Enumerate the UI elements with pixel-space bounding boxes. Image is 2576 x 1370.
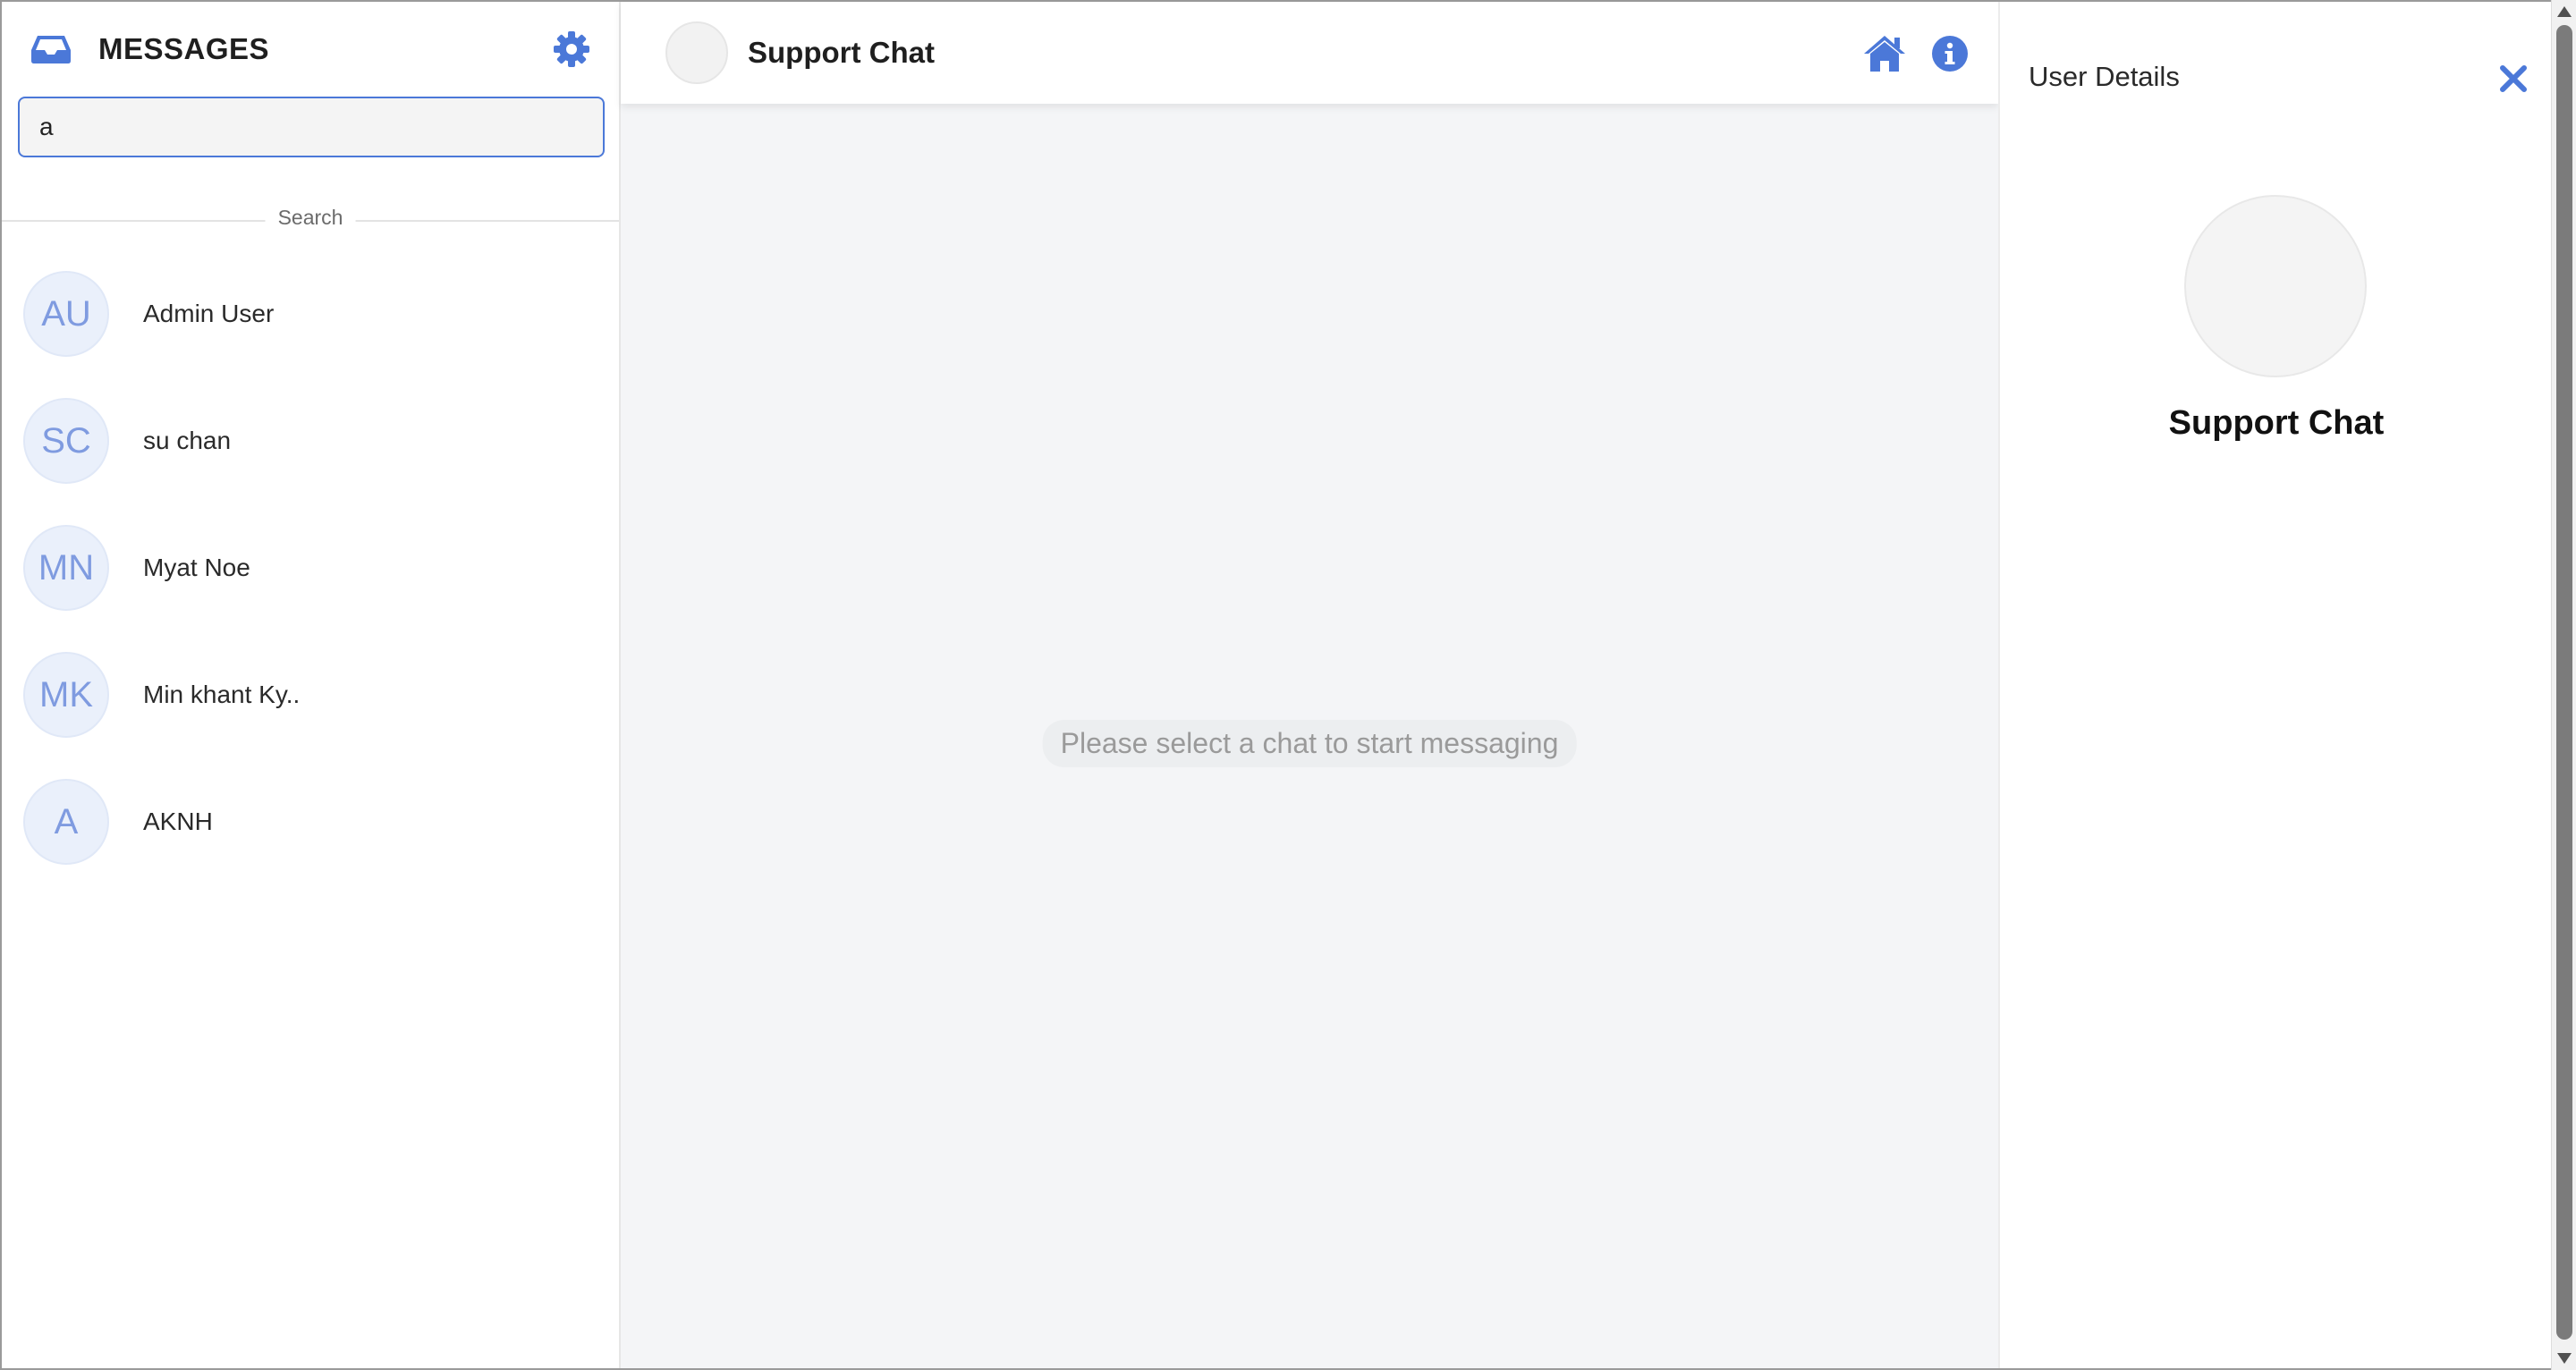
contact-name: su chan xyxy=(143,427,232,454)
scrollbar-thumb[interactable] xyxy=(2556,25,2572,1340)
sidebar: MESSAGES a Search AU Admin User SC su ch… xyxy=(2,2,621,1368)
scrollbar[interactable] xyxy=(2551,0,2576,1370)
chat-title: Support Chat xyxy=(748,36,935,69)
avatar xyxy=(2184,195,2367,377)
contact-name: AKNH xyxy=(143,808,213,835)
chat-header: Support Chat xyxy=(621,2,1998,104)
search-section-label: Search xyxy=(265,206,356,230)
sidebar-title: MESSAGES xyxy=(98,32,270,65)
details-user-name: Support Chat xyxy=(2168,404,2385,442)
contact-name: Min khant Ky.. xyxy=(143,681,301,708)
contact-list: AU Admin User SC su chan MN Myat Noe MK … xyxy=(2,250,619,885)
scroll-up-arrow-icon[interactable] xyxy=(2555,4,2573,20)
info-icon[interactable] xyxy=(1932,36,1968,72)
avatar: A xyxy=(23,779,109,865)
empty-chat-message: Please select a chat to start messaging xyxy=(1042,720,1577,767)
gear-icon[interactable] xyxy=(553,30,590,68)
avatar: MK xyxy=(23,652,109,738)
search-divider: Search xyxy=(2,202,619,238)
app-window: MESSAGES a Search AU Admin User SC su ch… xyxy=(0,0,2576,1370)
chat-main: Support Chat Please select a chat to sta… xyxy=(621,2,1998,1368)
scroll-down-arrow-icon[interactable] xyxy=(2555,1350,2573,1366)
contact-item-admin-user[interactable]: AU Admin User xyxy=(2,250,619,377)
avatar: AU xyxy=(23,271,109,357)
user-details-panel: User Details Support Chat xyxy=(1998,2,2553,1368)
contact-name: Myat Noe xyxy=(143,554,250,581)
home-icon[interactable] xyxy=(1862,34,1907,73)
contact-item-myat-noe[interactable]: MN Myat Noe xyxy=(2,504,619,631)
avatar xyxy=(665,21,728,84)
contact-name: Admin User xyxy=(143,300,275,327)
contact-item-aknh[interactable]: A AKNH xyxy=(2,758,619,885)
contact-item-su-chan[interactable]: SC su chan xyxy=(2,377,619,504)
avatar: MN xyxy=(23,525,109,611)
details-title: User Details xyxy=(2029,61,2180,92)
inbox-icon xyxy=(30,34,72,64)
sidebar-header: MESSAGES xyxy=(2,2,619,97)
contact-item-min-khant[interactable]: MK Min khant Ky.. xyxy=(2,631,619,758)
close-icon[interactable] xyxy=(2499,64,2528,93)
search-input[interactable] xyxy=(18,97,605,157)
search-wrapper xyxy=(2,97,619,157)
avatar: SC xyxy=(23,398,109,484)
